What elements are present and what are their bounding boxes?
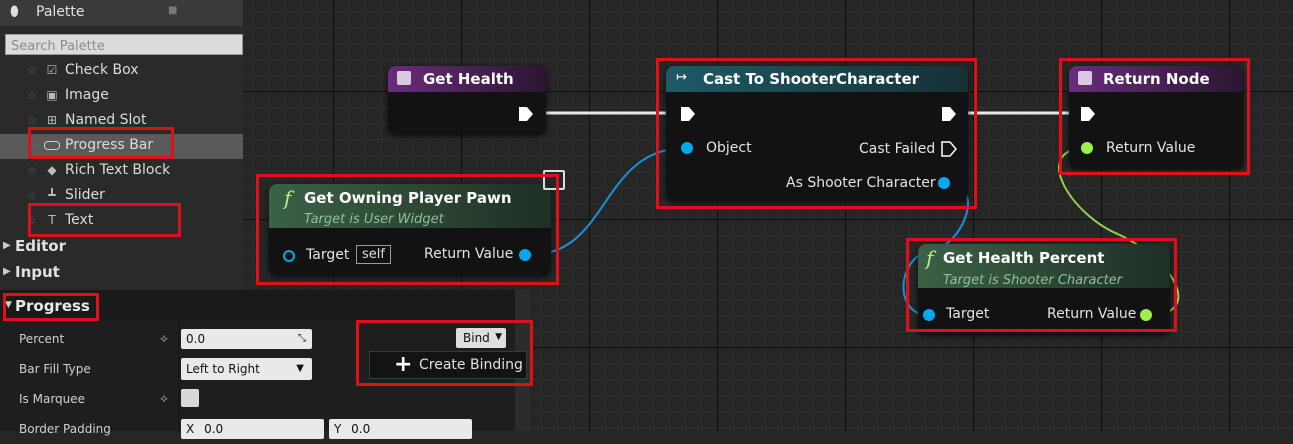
- category-input[interactable]: ▶ Input: [0, 263, 243, 287]
- category-editor[interactable]: ▶ Editor: [0, 237, 243, 261]
- palette-item-label: Rich Text Block: [65, 162, 171, 178]
- named-slot-icon: ⊞: [46, 113, 58, 127]
- palette-item-check-box[interactable]: ☆ ☑ Check Box: [0, 59, 243, 84]
- expand-arrow-icon: ▶: [3, 266, 11, 277]
- palette-item-label: Check Box: [65, 62, 139, 78]
- is-marquee-checkbox[interactable]: [181, 389, 199, 407]
- favorite-star-icon[interactable]: ☆: [27, 164, 37, 177]
- close-icon[interactable]: ■: [168, 5, 177, 16]
- node-title: Get Health: [423, 70, 514, 88]
- palette-title: Palette: [36, 4, 85, 20]
- highlight-cast-node: [656, 58, 977, 209]
- column-divider: [0, 320, 179, 431]
- highlight-health-percent-node: [906, 238, 1177, 332]
- palette-icon: ⬮: [10, 4, 19, 20]
- palette-item-image[interactable]: ☆ ▣ Image: [0, 84, 243, 109]
- category-label: Editor: [15, 237, 66, 255]
- highlight-return-node: [1059, 58, 1250, 175]
- details-panel: ▼ Progress Percent ⟡ 0.0 ⤡ Bar Fill Type…: [0, 290, 533, 439]
- highlight-text: [28, 203, 181, 237]
- palette-item-label: Slider: [65, 187, 105, 203]
- search-palette-input[interactable]: [6, 37, 242, 56]
- search-palette-box[interactable]: [5, 34, 243, 56]
- palette-panel: ⬮ Palette ■ ☆ ☑ Check Box ☆ ▣ Image ☆ ⊞ …: [0, 0, 243, 290]
- favorite-star-icon[interactable]: ☆: [27, 189, 37, 202]
- y-label: Y: [334, 422, 342, 436]
- palette-item-rich-text-block[interactable]: ☆ ◆ Rich Text Block: [0, 159, 243, 184]
- bar-fill-type-value: Left to Right: [186, 362, 260, 376]
- palette-tab[interactable]: ⬮ Palette ■: [0, 0, 243, 26]
- favorite-star-icon[interactable]: ☆: [27, 114, 37, 127]
- chevron-down-icon: ▼: [296, 363, 304, 374]
- category-label: Input: [15, 263, 60, 281]
- highlight-progress-bar: [28, 127, 174, 159]
- padding-y-input[interactable]: Y 0.0: [329, 419, 472, 439]
- check-box-icon: ☑: [46, 63, 58, 77]
- bar-fill-type-select[interactable]: Left to Right ▼: [181, 358, 312, 380]
- expand-arrow-icon: ▶: [3, 240, 11, 251]
- padding-x-input[interactable]: X 0.0: [181, 419, 324, 439]
- highlight-owning-pawn-node: [256, 174, 559, 285]
- percent-value: 0.0: [186, 332, 206, 346]
- function-entry-icon: [397, 71, 411, 85]
- palette-item-label: Image: [65, 87, 109, 103]
- highlight-progress-section: [3, 293, 99, 321]
- x-label: X: [186, 422, 195, 436]
- node-get-health[interactable]: Get Health: [388, 66, 546, 134]
- x-value: 0.0: [204, 422, 224, 436]
- drag-arrows-icon: ⤡: [298, 333, 306, 344]
- percent-input[interactable]: 0.0 ⤡: [181, 329, 312, 349]
- y-value: 0.0: [351, 422, 371, 436]
- highlight-bind: [356, 320, 533, 386]
- exec-out-pin[interactable]: [518, 106, 534, 122]
- favorite-star-icon[interactable]: ☆: [27, 89, 37, 102]
- rich-text-icon: ◆: [47, 163, 57, 177]
- slider-icon: ┻: [48, 188, 56, 202]
- favorite-star-icon[interactable]: ☆: [27, 64, 37, 77]
- image-icon: ▣: [46, 88, 58, 102]
- palette-item-label: Named Slot: [65, 112, 147, 128]
